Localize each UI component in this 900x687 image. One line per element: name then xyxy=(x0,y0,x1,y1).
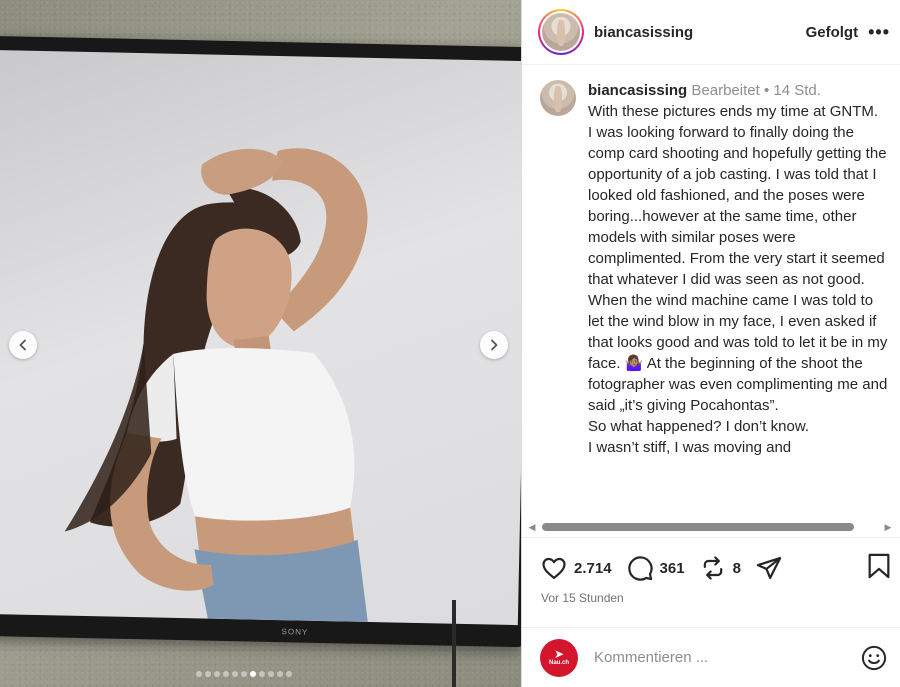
like-count[interactable]: 2.714 xyxy=(574,560,612,577)
caption: biancasissing Bearbeitet • 14 Std. With t… xyxy=(588,80,888,521)
scroll-right-arrow[interactable]: ▶ xyxy=(882,522,894,533)
comment-count[interactable]: 361 xyxy=(660,560,685,577)
tv-brand-label: SONY xyxy=(281,627,309,637)
caption-avatar[interactable] xyxy=(540,80,576,116)
caption-line: So what happened? I don’t know. xyxy=(588,418,810,435)
repost-count[interactable]: 8 xyxy=(733,560,741,577)
caption-container: biancasissing Bearbeitet • 14 Std. With t… xyxy=(522,66,900,521)
carousel-dot xyxy=(259,671,265,677)
meta-separator: • xyxy=(759,82,774,99)
scroll-track[interactable] xyxy=(538,523,882,531)
carousel-dot xyxy=(196,671,202,677)
comment-input[interactable] xyxy=(594,649,860,666)
save-button[interactable] xyxy=(866,552,892,585)
carousel-dot xyxy=(241,671,247,677)
carousel-dot xyxy=(205,671,211,677)
author-username[interactable]: biancasissing xyxy=(594,24,806,41)
chevron-right-icon xyxy=(491,339,498,351)
comment-composer: ➤ Nau.ch xyxy=(522,627,900,687)
tv-frame: SONY xyxy=(0,36,521,648)
carousel-dot xyxy=(268,671,274,677)
model-photo xyxy=(64,148,368,622)
share-button[interactable] xyxy=(755,554,783,582)
bookmark-icon xyxy=(868,553,890,578)
post-media: SONY xyxy=(0,0,521,687)
chevron-left-icon xyxy=(19,339,26,351)
tv-cable xyxy=(452,600,456,687)
heart-icon xyxy=(542,557,566,580)
send-icon xyxy=(756,556,782,580)
following-button[interactable]: Gefolgt xyxy=(806,24,859,41)
comment-button[interactable]: 361 xyxy=(626,554,685,582)
paper-plane-icon: ➤ xyxy=(553,647,565,661)
carousel-dot xyxy=(214,671,220,677)
carousel-next-button[interactable] xyxy=(480,331,508,359)
carousel-dot xyxy=(286,671,292,677)
carousel-prev-button[interactable] xyxy=(9,331,37,359)
caption-line: I was looking forward to finally doing t… xyxy=(588,124,888,414)
caption-first-paragraph: biancasissing Bearbeitet • 14 Std. With t… xyxy=(588,80,888,122)
caption-line: I wasn’t stiff, I was moving and xyxy=(588,439,792,456)
carousel-indicator xyxy=(196,671,292,677)
horizontal-scrollbar[interactable]: ◀ ▶ xyxy=(526,520,894,534)
author-avatar-ring[interactable] xyxy=(538,9,584,55)
like-button[interactable]: 2.714 xyxy=(540,554,612,582)
caption-line: With these pictures ends my time at GNTM… xyxy=(588,103,879,120)
carousel-dot xyxy=(277,671,283,677)
action-bar: 2.714 361 8 xyxy=(540,551,892,585)
carousel-dot xyxy=(223,671,229,677)
edited-label: Bearbeitet xyxy=(691,82,760,99)
caption-username[interactable]: biancasissing xyxy=(588,82,687,99)
post-timestamp[interactable]: Vor 15 Stunden xyxy=(541,591,624,605)
repost-button[interactable]: 8 xyxy=(699,554,741,582)
caption-time: 14 Std. xyxy=(773,82,821,99)
post-side-panel: biancasissing Gefolgt ••• biancasissing … xyxy=(521,0,900,687)
author-avatar[interactable] xyxy=(542,13,580,51)
post-header: biancasissing Gefolgt ••• xyxy=(522,0,900,65)
repost-icon xyxy=(703,556,722,580)
actions-divider xyxy=(522,537,900,538)
comment-bubble-icon xyxy=(627,556,653,581)
carousel-dot xyxy=(232,671,238,677)
commenter-brand: Nau.ch xyxy=(548,660,569,666)
scroll-left-arrow[interactable]: ◀ xyxy=(526,522,538,533)
scroll-thumb[interactable] xyxy=(542,523,854,531)
tv-screen xyxy=(0,50,521,626)
commenter-avatar[interactable]: ➤ Nau.ch xyxy=(540,638,578,677)
smiley-icon[interactable] xyxy=(860,644,888,672)
carousel-dot xyxy=(250,671,256,677)
more-options-icon[interactable]: ••• xyxy=(868,22,890,43)
